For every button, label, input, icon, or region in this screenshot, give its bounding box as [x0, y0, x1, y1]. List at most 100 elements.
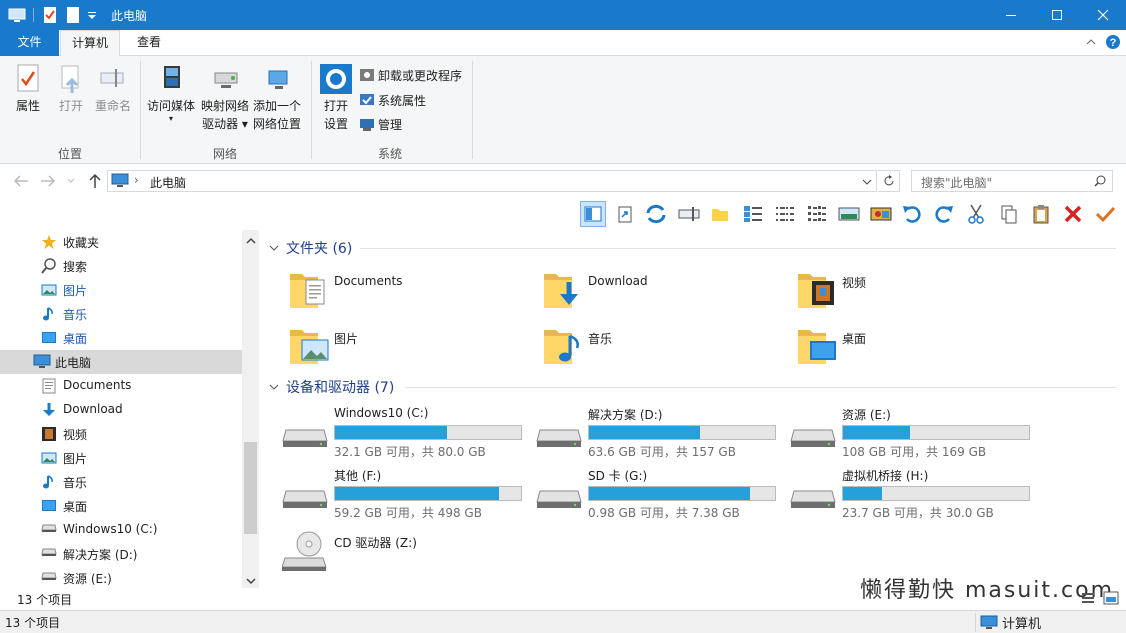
sidebar-item[interactable]: 音乐	[0, 470, 242, 494]
search-icon[interactable]	[1094, 175, 1106, 190]
sidebar-item[interactable]: Documents	[0, 374, 242, 398]
sidebar-item[interactable]: Windows10 (C:)	[0, 518, 242, 542]
details-layout-icon[interactable]	[1081, 591, 1095, 608]
properties-quick-icon[interactable]	[42, 6, 60, 24]
list-view-button[interactable]	[772, 201, 798, 227]
folder-item[interactable]: 桌面	[796, 324, 1016, 374]
paste-shortcut-icon	[618, 206, 632, 223]
drive-item[interactable]: 解决方案 (D:) 63.6 GB 可用，共 157 GB	[534, 406, 784, 464]
drive-item[interactable]: 资源 (E:) 108 GB 可用，共 169 GB	[788, 406, 1038, 464]
sidebar-item[interactable]: 解决方案 (D:)	[0, 542, 242, 566]
refresh-button[interactable]	[878, 170, 900, 192]
sidebar-item[interactable]: 图片	[0, 278, 242, 302]
minimize-button[interactable]	[988, 0, 1034, 30]
paste-button[interactable]	[1028, 201, 1054, 227]
sidebar-item[interactable]: 桌面	[0, 326, 242, 350]
chevron-down-icon[interactable]	[85, 6, 103, 24]
scroll-down-icon[interactable]	[246, 574, 256, 588]
sidebar-item[interactable]: 此电脑	[0, 350, 242, 374]
folder-item[interactable]: 音乐	[542, 324, 762, 374]
recent-locations-chevron-icon[interactable]	[66, 175, 76, 189]
map-network-drive-button[interactable]: 映射网络 驱动器 ▾	[200, 63, 250, 133]
sidebar-item[interactable]: 资源 (E:)	[0, 566, 242, 590]
folder-item[interactable]: 视频	[796, 268, 1016, 318]
new-folder-quick-icon[interactable]	[65, 6, 83, 24]
scrollbar-thumb[interactable]	[244, 442, 257, 534]
folder-label: 桌面	[842, 332, 867, 346]
scroll-up-icon[interactable]	[246, 234, 256, 248]
maximize-button[interactable]	[1034, 0, 1080, 30]
undo-button[interactable]	[899, 201, 925, 227]
system-properties-button[interactable]: 系统属性	[359, 90, 426, 110]
paste-shortcut-button[interactable]	[612, 201, 638, 227]
drive-free-space: 0.98 GB 可用，共 7.38 GB	[588, 506, 740, 520]
cut-button[interactable]	[963, 201, 989, 227]
sidebar-item[interactable]: 视频	[0, 422, 242, 446]
cd-drive-item[interactable]: CD 驱动器 (Z:)	[280, 531, 530, 592]
address-bar[interactable]: › 此电脑	[107, 170, 877, 192]
up-arrow-icon[interactable]	[88, 173, 102, 192]
drives-section-header[interactable]: 设备和驱动器 (7)	[268, 376, 394, 398]
ribbon: 属性 打开 重命名 位置 访问媒体 ▾ 映射网络 驱动器 ▾ 添加一个 网络位置…	[0, 56, 1126, 164]
open-settings-button[interactable]: 打开 设置	[318, 63, 354, 133]
delete-button[interactable]	[1060, 201, 1086, 227]
access-media-icon	[164, 66, 180, 88]
folder-icon	[712, 209, 728, 221]
manage-button[interactable]: 管理	[359, 114, 402, 134]
forward-arrow-icon[interactable]	[40, 174, 56, 191]
large-icons-layout-icon[interactable]	[1103, 591, 1119, 608]
large-icons-view-button[interactable]	[868, 201, 894, 227]
drive-item[interactable]: 其他 (F:) 59.2 GB 可用，共 498 GB	[280, 467, 530, 525]
settings-gear-icon	[320, 64, 352, 94]
breadcrumb-current[interactable]: 此电脑	[150, 174, 186, 191]
hard-drive-icon	[536, 487, 582, 516]
uninstall-button[interactable]: 卸载或更改程序	[359, 65, 462, 85]
back-arrow-icon[interactable]	[13, 174, 29, 191]
sidebar-item[interactable]: 音乐	[0, 302, 242, 326]
sidebar-item[interactable]: 搜索	[0, 254, 242, 278]
sidebar-item[interactable]: Download	[0, 398, 242, 422]
folder-item[interactable]: 图片	[288, 324, 508, 374]
sync-button[interactable]	[643, 201, 669, 227]
nav-scrollbar[interactable]	[242, 230, 259, 588]
open-settings-label-1: 打开	[323, 99, 348, 113]
add-network-location-button[interactable]: 添加一个 网络位置	[252, 63, 302, 133]
drive-item[interactable]: SD 卡 (G:) 0.98 GB 可用，共 7.38 GB	[534, 467, 784, 525]
folder-item[interactable]: Download	[542, 268, 762, 318]
sidebar-item[interactable]: 图片	[0, 446, 242, 470]
group-network-label: 网络	[212, 147, 237, 161]
preview-pane-button[interactable]	[580, 201, 606, 227]
drive-free-space: 108 GB 可用，共 169 GB	[842, 445, 987, 459]
access-media-button[interactable]: 访问媒体 ▾	[146, 63, 196, 123]
folder-item[interactable]: Documents	[288, 268, 508, 318]
address-dropdown-chevron-icon[interactable]	[862, 176, 872, 190]
sidebar-item-label: 桌面	[63, 332, 88, 346]
tab-computer[interactable]: 计算机	[60, 30, 120, 57]
group-system-label: 系统	[377, 147, 402, 161]
tab-file[interactable]: 文件	[0, 30, 59, 56]
small-icons-view-button[interactable]	[804, 201, 830, 227]
new-folder-button[interactable]	[707, 201, 733, 227]
tab-view[interactable]: 查看	[124, 30, 174, 56]
confirm-button[interactable]	[1092, 201, 1118, 227]
redo-button[interactable]	[931, 201, 957, 227]
close-button[interactable]	[1080, 0, 1126, 30]
clipboard-icon	[1033, 205, 1049, 224]
copy-button[interactable]	[996, 201, 1022, 227]
computer-icon	[980, 615, 998, 629]
folders-section-header[interactable]: 文件夹 (6)	[268, 237, 352, 259]
rename-tool-button[interactable]	[676, 201, 702, 227]
details-view-button[interactable]	[740, 201, 766, 227]
drive-item[interactable]: Windows10 (C:) 32.1 GB 可用，共 80.0 GB	[280, 406, 530, 464]
help-icon[interactable]: ?	[1105, 34, 1121, 53]
search-input[interactable]: 搜索"此电脑"	[911, 170, 1113, 192]
drive-item[interactable]: 虚拟机桥接 (H:) 23.7 GB 可用，共 30.0 GB	[788, 467, 1038, 525]
collapse-ribbon-icon[interactable]	[1085, 36, 1097, 51]
properties-button[interactable]: 属性	[12, 63, 44, 115]
rename-button[interactable]: 重命名	[93, 63, 133, 115]
tiles-view-button[interactable]	[836, 201, 862, 227]
sidebar-item[interactable]: 桌面	[0, 494, 242, 518]
sidebar-item[interactable]: 收藏夹	[0, 230, 242, 254]
title-bar: 此电脑	[0, 0, 1126, 30]
open-button[interactable]: 打开	[55, 63, 87, 115]
